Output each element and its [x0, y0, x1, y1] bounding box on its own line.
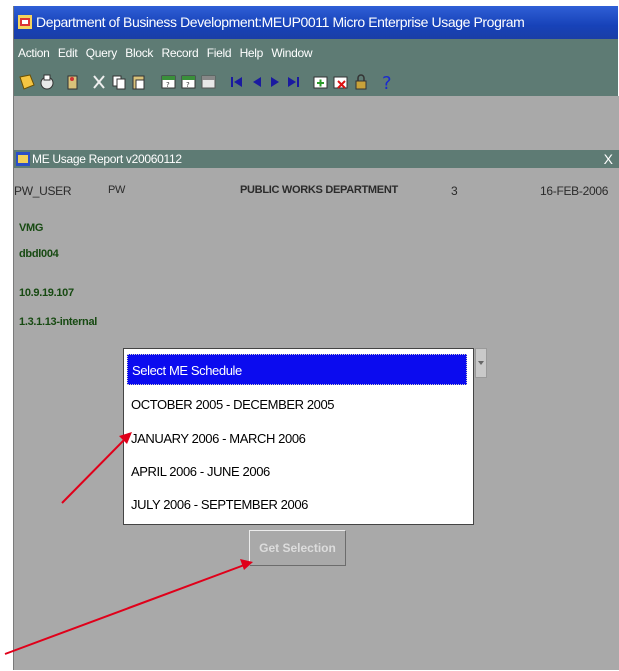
- previous-record-icon[interactable]: [248, 73, 266, 91]
- dropdown-toggle[interactable]: [475, 348, 487, 378]
- application-window: Department of Business Development:MEUP0…: [13, 6, 619, 670]
- schedule-option-selected[interactable]: Select ME Schedule: [127, 354, 467, 385]
- menu-record[interactable]: Record: [161, 39, 198, 68]
- chevron-down-icon: [478, 361, 484, 365]
- info-line: dbdl004: [19, 248, 59, 260]
- schedule-option[interactable]: OCTOBER 2005 - DECEMBER 2005: [127, 389, 467, 420]
- menu-edit[interactable]: Edit: [58, 39, 78, 68]
- info-line: 10.9.19.107: [19, 287, 74, 299]
- schedule-option[interactable]: JANUARY 2006 - MARCH 2006: [127, 423, 467, 454]
- report-date: 16-FEB-2006: [540, 184, 609, 198]
- report-title: ME Usage Report v20060112: [32, 152, 182, 166]
- dept-code: PW: [108, 184, 126, 196]
- next-record-icon[interactable]: [266, 73, 284, 91]
- cancel-query-icon[interactable]: [200, 73, 218, 91]
- svg-text:?: ?: [186, 81, 190, 89]
- delete-record-icon[interactable]: [332, 73, 350, 91]
- app-icon: [18, 15, 32, 29]
- window-title: Department of Business Development:MEUP0…: [36, 14, 525, 30]
- schedule-dropdown-list[interactable]: Select ME Schedule OCTOBER 2005 - DECEMB…: [123, 348, 474, 525]
- report-title-bar: ME Usage Report v20060112 X: [14, 150, 619, 168]
- cut-icon[interactable]: [90, 73, 108, 91]
- paste-icon[interactable]: [130, 73, 148, 91]
- schedule-option[interactable]: APRIL 2006 - JUNE 2006: [127, 456, 467, 487]
- close-button[interactable]: X: [604, 150, 613, 168]
- menu-query[interactable]: Query: [86, 39, 117, 68]
- execute-query-icon[interactable]: ?: [180, 73, 198, 91]
- svg-text:?: ?: [166, 81, 170, 89]
- print-icon[interactable]: [38, 73, 56, 91]
- save-icon[interactable]: [18, 73, 36, 91]
- menu-help[interactable]: Help: [240, 39, 264, 68]
- last-record-icon[interactable]: [284, 73, 302, 91]
- first-record-icon[interactable]: [228, 73, 246, 91]
- schedule-option[interactable]: JULY 2006 - SEPTEMBER 2006: [127, 489, 467, 520]
- menu-action[interactable]: Action: [18, 39, 50, 68]
- info-line: VMG: [19, 222, 44, 234]
- svg-text:?: ?: [382, 73, 392, 91]
- copy-icon[interactable]: [110, 73, 128, 91]
- user-field: PW_USER: [14, 184, 72, 198]
- get-selection-button[interactable]: Get Selection: [249, 530, 346, 566]
- lock-record-icon[interactable]: [352, 73, 370, 91]
- dept-name: PUBLIC WORKS DEPARTMENT: [240, 184, 398, 196]
- form-icon: [16, 152, 30, 166]
- menu-bar: Action Edit Query Block Record Field Hel…: [14, 39, 618, 68]
- insert-record-icon[interactable]: [312, 73, 330, 91]
- menu-window[interactable]: Window: [271, 39, 312, 68]
- window-title-bar: Department of Business Development:MEUP0…: [14, 6, 618, 39]
- record-count: 3: [451, 184, 458, 198]
- menu-field[interactable]: Field: [207, 39, 232, 68]
- info-line: 1.3.1.13-internal: [19, 316, 98, 328]
- menu-block[interactable]: Block: [125, 39, 153, 68]
- toolbar: ? ? ?: [14, 68, 618, 96]
- help-icon[interactable]: ?: [378, 73, 396, 91]
- exit-icon[interactable]: [64, 73, 82, 91]
- enter-query-icon[interactable]: ?: [160, 73, 178, 91]
